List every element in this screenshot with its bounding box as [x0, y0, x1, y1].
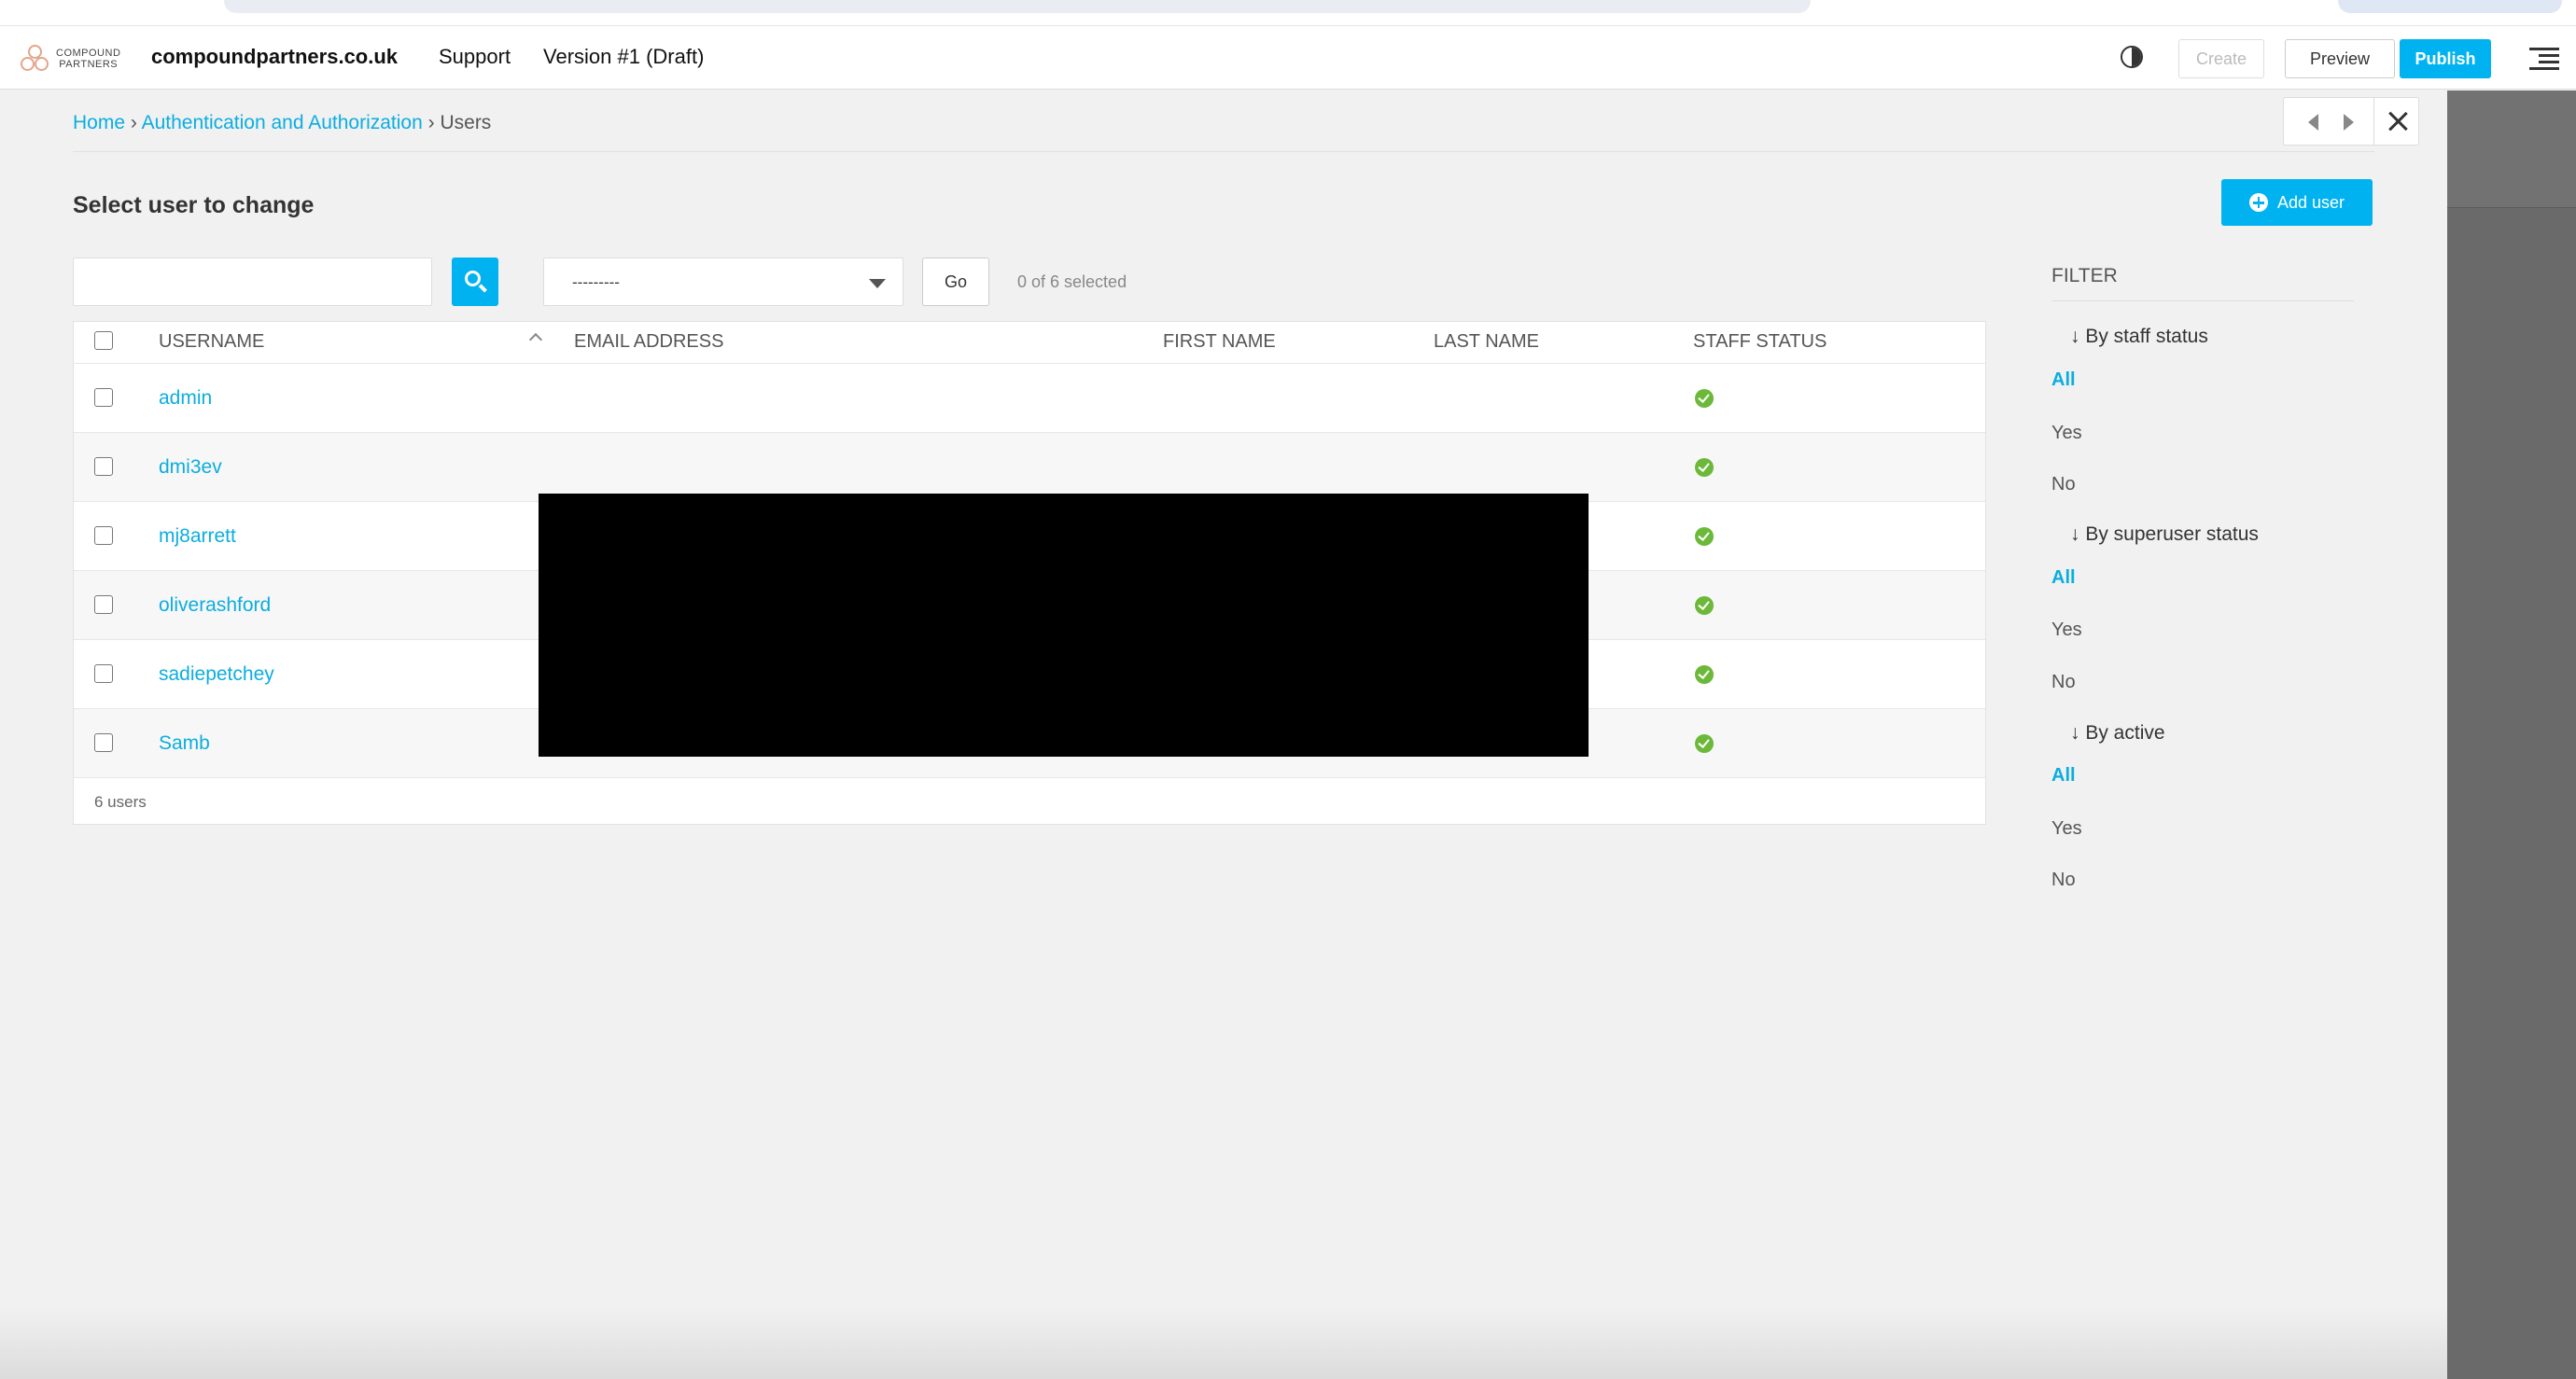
breadcrumb-current: Users: [440, 112, 492, 133]
column-header-username[interactable]: USERNAME: [159, 331, 264, 353]
username-link[interactable]: mj8arrett: [159, 525, 236, 548]
filter-option-no[interactable]: No: [2051, 474, 2076, 495]
previous-arrow-icon[interactable]: [2308, 114, 2318, 131]
row-checkbox[interactable]: [94, 595, 113, 614]
create-button[interactable]: Create: [2178, 39, 2264, 78]
filter-option-yes[interactable]: Yes: [2051, 818, 2082, 840]
add-user-label: Add user: [2276, 192, 2345, 212]
username-link[interactable]: admin: [159, 387, 212, 410]
next-arrow-icon[interactable]: [2344, 114, 2354, 131]
close-icon[interactable]: [2384, 107, 2412, 135]
filter-option-all[interactable]: All: [2051, 369, 2076, 391]
check-icon: [1695, 734, 1714, 753]
cms-toolbar: COMPOUND PARTNERS compoundpartners.co.uk…: [0, 26, 2576, 90]
username-link[interactable]: sadiepetchey: [159, 663, 274, 686]
check-icon: [1695, 665, 1714, 684]
chevron-down-icon: [869, 279, 886, 288]
breadcrumb-section[interactable]: Authentication and Authorization: [142, 112, 423, 133]
breadcrumb-separator: ›: [130, 112, 137, 133]
version-menu[interactable]: Version #1 (Draft): [543, 45, 704, 69]
breadcrumb-separator: ›: [427, 112, 435, 133]
action-select-value: ---------: [572, 273, 620, 291]
row-checkbox[interactable]: [94, 457, 113, 476]
filter-group-superuser: ↓ By superuser status: [2070, 523, 2259, 545]
divider: [73, 151, 2374, 152]
browser-button[interactable]: [2338, 0, 2562, 13]
breadcrumb-home[interactable]: Home: [73, 112, 125, 133]
result-count: 6 users: [74, 777, 1985, 824]
row-checkbox[interactable]: [94, 388, 113, 407]
select-all-checkbox[interactable]: [94, 331, 113, 350]
add-user-button[interactable]: Add user: [2221, 179, 2373, 226]
modal-controls: [2283, 97, 2419, 146]
action-select[interactable]: ---------: [543, 258, 903, 306]
username-link[interactable]: dmi3ev: [159, 456, 222, 479]
column-header-last-name[interactable]: LAST NAME: [1434, 331, 1539, 353]
check-icon: [1695, 596, 1714, 615]
publish-button[interactable]: Publish: [2400, 39, 2491, 78]
breadcrumb: Home › Authentication and Authorization …: [73, 112, 491, 134]
plus-icon: [2248, 193, 2268, 212]
contrast-toggle-icon[interactable]: [2121, 46, 2143, 68]
bottom-shadow: [0, 1306, 2447, 1379]
filter-title: FILTER: [2051, 265, 2118, 286]
row-checkbox[interactable]: [94, 733, 113, 752]
table-row: dmi3ev: [74, 432, 1985, 501]
check-icon: [1695, 527, 1714, 546]
check-icon: [1695, 389, 1714, 408]
preview-button[interactable]: Preview: [2285, 39, 2395, 78]
filter-option-all[interactable]: All: [2051, 567, 2076, 589]
filter-option-no[interactable]: No: [2051, 870, 2076, 891]
search-button[interactable]: [452, 258, 498, 306]
filter-group-staff: ↓ By staff status: [2070, 326, 2208, 347]
page-title: Select user to change: [73, 192, 315, 218]
support-menu[interactable]: Support: [439, 45, 511, 69]
divider: [2051, 300, 2354, 301]
check-icon: [1695, 458, 1714, 477]
browser-top-strip: [0, 0, 2576, 26]
search-icon: [465, 271, 481, 286]
table-row: admin: [74, 363, 1985, 432]
logo-text-2: PARTNERS: [59, 59, 119, 70]
search-input[interactable]: [73, 258, 432, 306]
filter-option-yes[interactable]: Yes: [2051, 423, 2082, 444]
logo-text-1: COMPOUND: [56, 48, 121, 59]
row-checkbox[interactable]: [94, 526, 113, 545]
logo[interactable]: COMPOUND PARTNERS: [21, 43, 123, 75]
redaction-block: [539, 494, 1589, 757]
column-header-email[interactable]: EMAIL ADDRESS: [574, 331, 723, 353]
site-menu[interactable]: compoundpartners.co.uk: [151, 45, 398, 69]
column-header-first-name[interactable]: FIRST NAME: [1163, 331, 1276, 353]
username-link[interactable]: oliverashford: [159, 594, 271, 617]
filter-group-active: ↓ By active: [2070, 722, 2165, 744]
row-checkbox[interactable]: [94, 664, 113, 683]
structure-menu-icon[interactable]: [2529, 48, 2559, 70]
address-bar[interactable]: [224, 0, 1811, 13]
filter-option-yes[interactable]: Yes: [2051, 620, 2082, 641]
username-link[interactable]: Samb: [159, 732, 210, 755]
selection-counter: 0 of 6 selected: [1017, 272, 1127, 291]
filter-option-all[interactable]: All: [2051, 765, 2076, 787]
go-button[interactable]: Go: [922, 258, 989, 306]
sideframe-panel: [2447, 91, 2576, 1379]
column-header-staff-status[interactable]: STAFF STATUS: [1693, 331, 1827, 353]
filter-option-no[interactable]: No: [2051, 672, 2076, 693]
logo-icon: [21, 45, 50, 73]
sort-ascending-icon[interactable]: [528, 332, 543, 347]
